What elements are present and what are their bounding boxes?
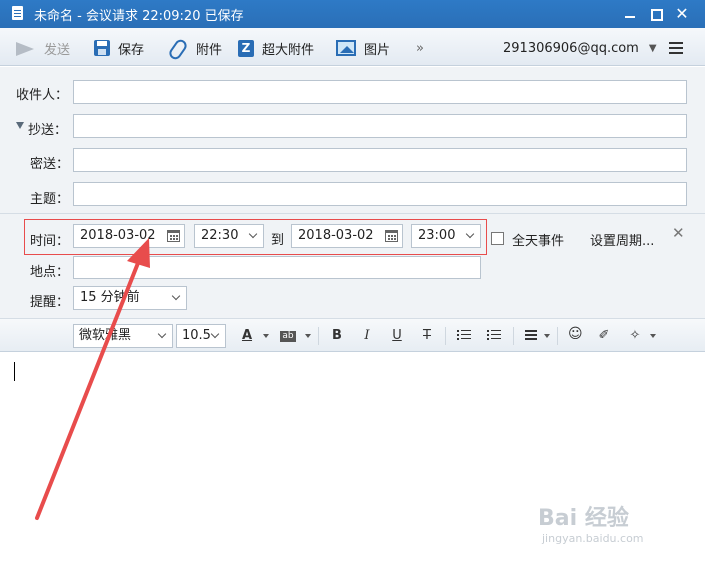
arrow-head [127,238,150,268]
annotation-arrow [35,238,150,520]
arrow-shaft [35,256,142,520]
